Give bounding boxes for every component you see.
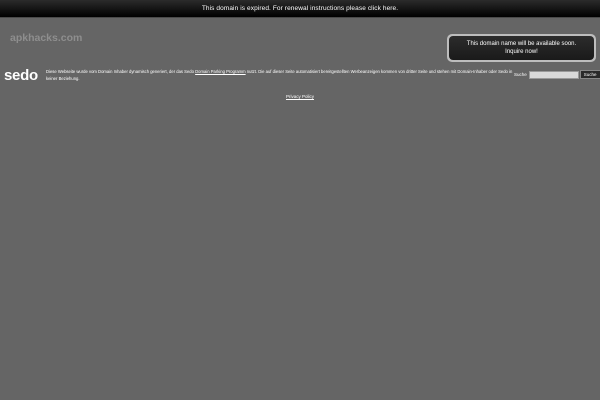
privacy-policy-link[interactable]: Privacy Policy — [286, 94, 314, 99]
search-input[interactable] — [528, 70, 579, 79]
parked-domain-page: This domain is expired. For renewal inst… — [0, 0, 600, 400]
inquire-line-cta: Inquire now! — [505, 49, 538, 55]
search-label: Suche — [514, 72, 527, 77]
disclaimer-text-start: Diese Webseite wurde vom Domain Inhaber … — [46, 69, 196, 74]
expired-domain-banner: This domain is expired. For renewal inst… — [0, 0, 600, 18]
inquire-line-availability: This domain name will be available soon. — [466, 41, 577, 47]
renewal-instructions-link[interactable]: This domain is expired. For renewal inst… — [202, 5, 398, 12]
search-form: Suche Suche — [514, 70, 600, 79]
parking-disclaimer: Diese Webseite wurde vom Domain Inhaber … — [46, 69, 514, 82]
search-button[interactable]: Suche — [579, 70, 600, 79]
inquire-now-box[interactable]: This domain name will be available soon.… — [447, 34, 596, 62]
domain-name-title: apkhacks.com — [10, 32, 83, 44]
inquire-now-button[interactable]: This domain name will be available soon.… — [449, 36, 594, 60]
privacy-policy-row: Privacy Policy — [0, 85, 600, 103]
domain-parking-program-link[interactable]: Domain Parking Programm — [195, 69, 246, 74]
sedo-logo[interactable]: sedo — [4, 67, 38, 84]
